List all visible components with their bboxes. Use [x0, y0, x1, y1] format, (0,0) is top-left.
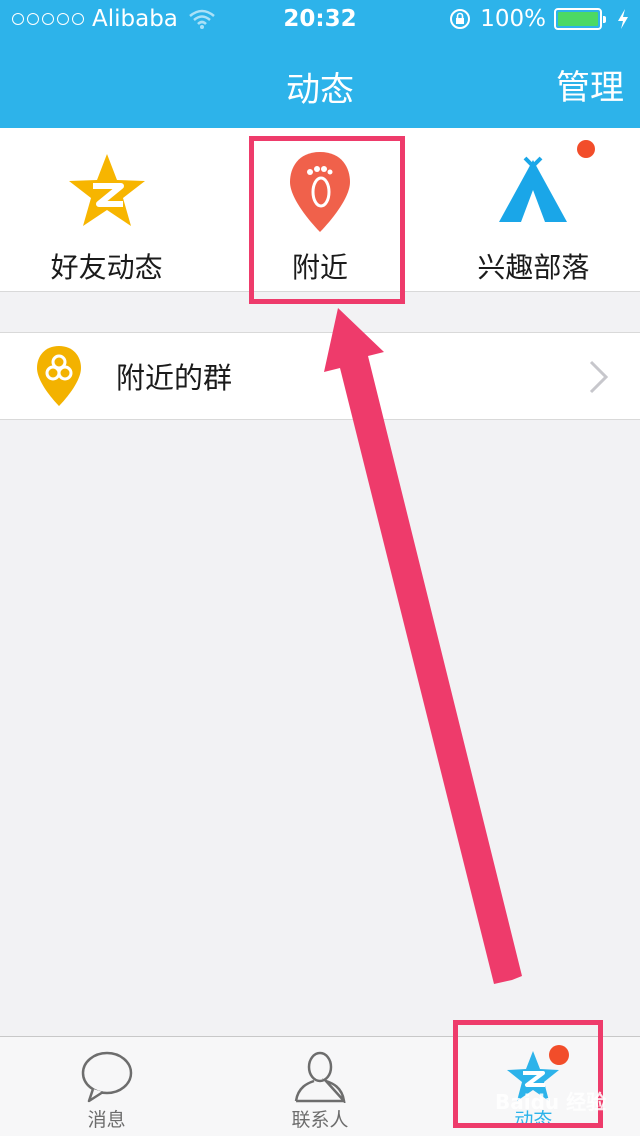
feature-label: 兴趣部落	[477, 251, 590, 284]
battery-icon	[554, 8, 606, 30]
tab-contacts[interactable]: 联系人	[213, 1037, 426, 1136]
qzone-star-icon	[65, 150, 149, 234]
charging-icon	[618, 9, 628, 29]
battery-percent: 100%	[480, 6, 546, 32]
chat-bubble-icon	[81, 1051, 132, 1103]
badge-dot	[576, 140, 595, 158]
status-bar: Alibaba 20:32 100%	[0, 0, 640, 40]
page-title: 动态	[286, 70, 354, 110]
tab-label: 联系人	[291, 1109, 349, 1131]
chevron-right-icon	[589, 360, 609, 394]
highlight-box-nearby	[249, 136, 405, 304]
contact-person-icon	[294, 1051, 346, 1103]
nearby-groups-row[interactable]: 附近的群	[0, 332, 640, 420]
manage-button[interactable]: 管理	[556, 60, 624, 109]
watermark: Baidu 经验	[495, 1090, 607, 1114]
tab-label: 消息	[87, 1109, 126, 1131]
feature-label: 好友动态	[50, 251, 163, 284]
rotation-lock-icon	[450, 9, 471, 29]
status-right: 100%	[448, 6, 630, 32]
group-pin-icon	[34, 344, 84, 408]
header: Alibaba 20:32 100% 动态 管理	[0, 0, 640, 128]
tent-icon	[491, 150, 575, 234]
feature-friend-feed[interactable]: 好友动态	[0, 128, 213, 291]
feature-interest-tribe[interactable]: 兴趣部落	[427, 128, 640, 291]
tab-messages[interactable]: 消息	[0, 1037, 213, 1136]
nearby-groups-label: 附近的群	[116, 361, 233, 395]
